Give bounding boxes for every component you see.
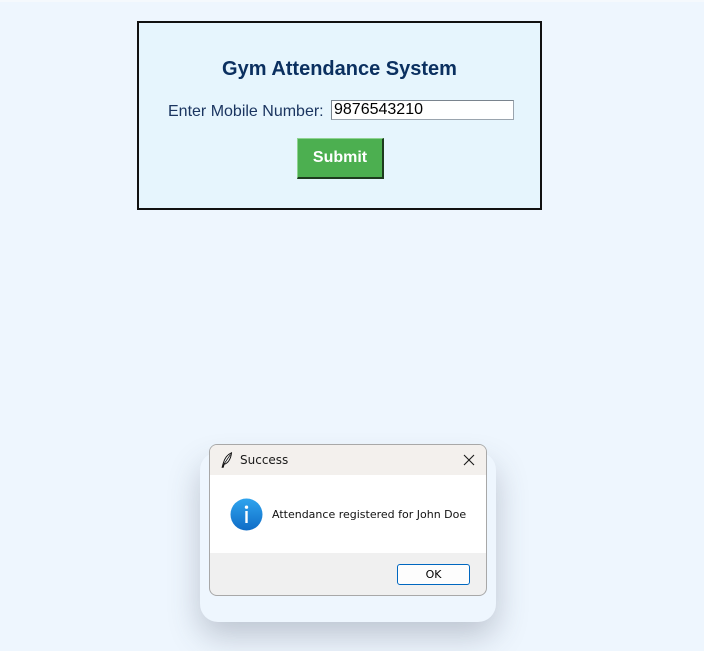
dialog-titlebar[interactable]: Success (210, 445, 486, 475)
dialog-body: Attendance registered for John Doe (210, 475, 486, 553)
submit-button[interactable]: Submit (297, 138, 384, 179)
dialog-title: Success (240, 453, 289, 467)
feather-icon (220, 452, 234, 468)
top-strip (0, 0, 704, 2)
mobile-number-input[interactable] (331, 100, 514, 120)
close-icon (463, 454, 475, 466)
mobile-number-label: Enter Mobile Number: (168, 103, 324, 120)
page-title: Gym Attendance System (222, 58, 457, 80)
ok-button[interactable]: OK (397, 564, 470, 585)
info-icon (230, 498, 263, 531)
close-button[interactable] (452, 445, 486, 475)
attendance-form-panel: Gym Attendance System Enter Mobile Numbe… (137, 21, 542, 210)
success-dialog: Success Attendance registered for John D (209, 444, 487, 596)
dialog-message: Attendance registered for John Doe (272, 508, 467, 521)
